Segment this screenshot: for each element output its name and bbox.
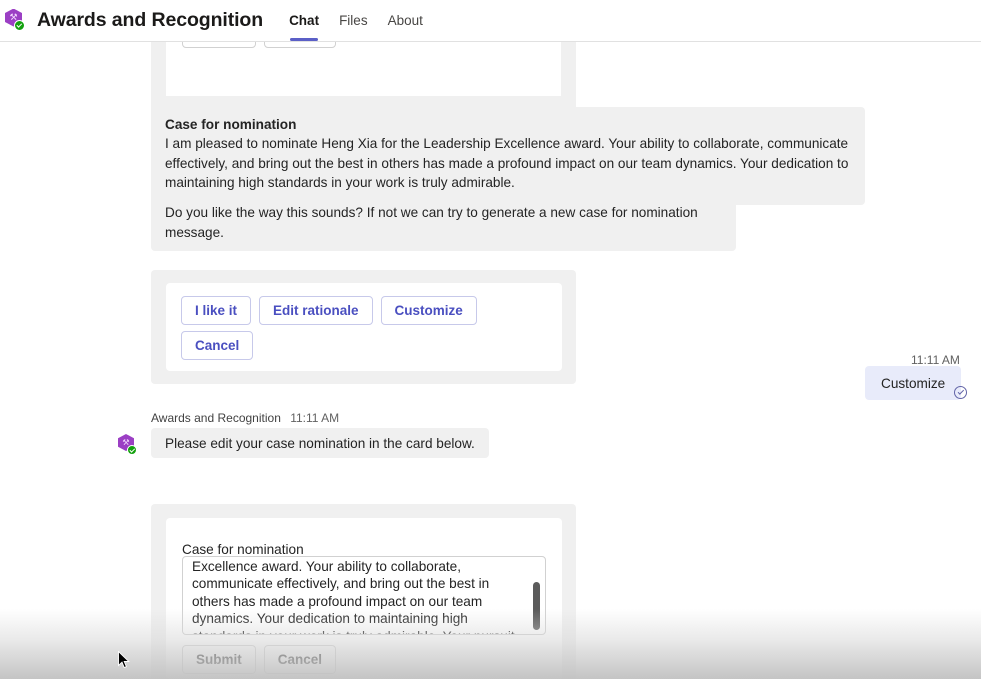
app-avatar: ⚒ [3, 8, 29, 34]
followup-text: Do you like the way this sounds? If not … [165, 205, 698, 240]
adaptive-card-top-inner: Submit Cancel [166, 42, 561, 96]
case-for-nomination-label: Case for nomination [182, 542, 304, 557]
case-for-nomination-textarea[interactable]: I am pleased to nominate Heng Xia for th… [182, 556, 546, 635]
bot-message-bubble: Please edit your case nomination in the … [151, 428, 489, 458]
bot-avatar: ⚒ [118, 434, 140, 456]
nomination-message-bubble: Case for nomination I am pleased to nomi… [151, 107, 865, 205]
customize-button[interactable]: Customize [380, 296, 477, 325]
nomination-title: Case for nomination [165, 117, 297, 132]
edit-rationale-button[interactable]: Edit rationale [259, 296, 373, 325]
textarea-value: I am pleased to nominate Heng Xia for th… [192, 558, 515, 635]
adaptive-card-edit: Case for nomination I am pleased to nomi… [151, 504, 576, 679]
tab-files[interactable]: Files [329, 0, 378, 42]
available-check-icon [127, 445, 137, 455]
tab-about[interactable]: About [378, 0, 433, 42]
app-header: ⚒ Awards and Recognition Chat Files Abou… [0, 0, 981, 42]
followup-message-bubble: Do you like the way this sounds? If not … [151, 194, 736, 251]
sent-check-circle-icon [954, 386, 967, 399]
page-title: Awards and Recognition [37, 9, 264, 31]
bot-sender-name: Awards and Recognition [151, 411, 281, 425]
tab-chat[interactable]: Chat [279, 0, 329, 42]
submit-button[interactable]: Submit [182, 42, 256, 48]
cancel-button[interactable]: Cancel [181, 331, 254, 360]
nomination-body: I am pleased to nominate Heng Xia for th… [165, 136, 849, 190]
available-check-icon [14, 19, 25, 31]
user-message-timestamp: 11:11 AM [911, 353, 960, 367]
user-message-bubble: Customize [865, 366, 962, 400]
card-edit-button-row: Submit Cancel [182, 645, 337, 674]
tab-bar: Chat Files About [279, 0, 433, 42]
chat-message-list[interactable]: Submit Cancel i Your response was sent t… [0, 42, 981, 679]
bot-message-timestamp: 11:11 AM [290, 411, 340, 425]
card-top-button-row: Submit Cancel [182, 42, 337, 48]
cancel-button[interactable]: Cancel [263, 645, 337, 674]
teams-chat-window: ⚒ Awards and Recognition Chat Files Abou… [0, 0, 981, 679]
i-like-it-button[interactable]: I like it [181, 296, 252, 325]
adaptive-card-actions: I like it Edit rationale Customize Cance… [151, 270, 576, 384]
submit-button[interactable]: Submit [182, 645, 256, 674]
cancel-button[interactable]: Cancel [263, 42, 337, 48]
textarea-scrollbar[interactable] [533, 582, 540, 630]
adaptive-card-edit-inner: Case for nomination I am pleased to nomi… [166, 518, 562, 679]
adaptive-card-actions-inner: I like it Edit rationale Customize Cance… [166, 283, 562, 371]
bot-message-meta: Awards and Recognition 11:11 AM [151, 411, 339, 425]
action-button-row-2: Cancel [181, 331, 254, 360]
action-button-row-1: I like it Edit rationale Customize [181, 296, 477, 325]
